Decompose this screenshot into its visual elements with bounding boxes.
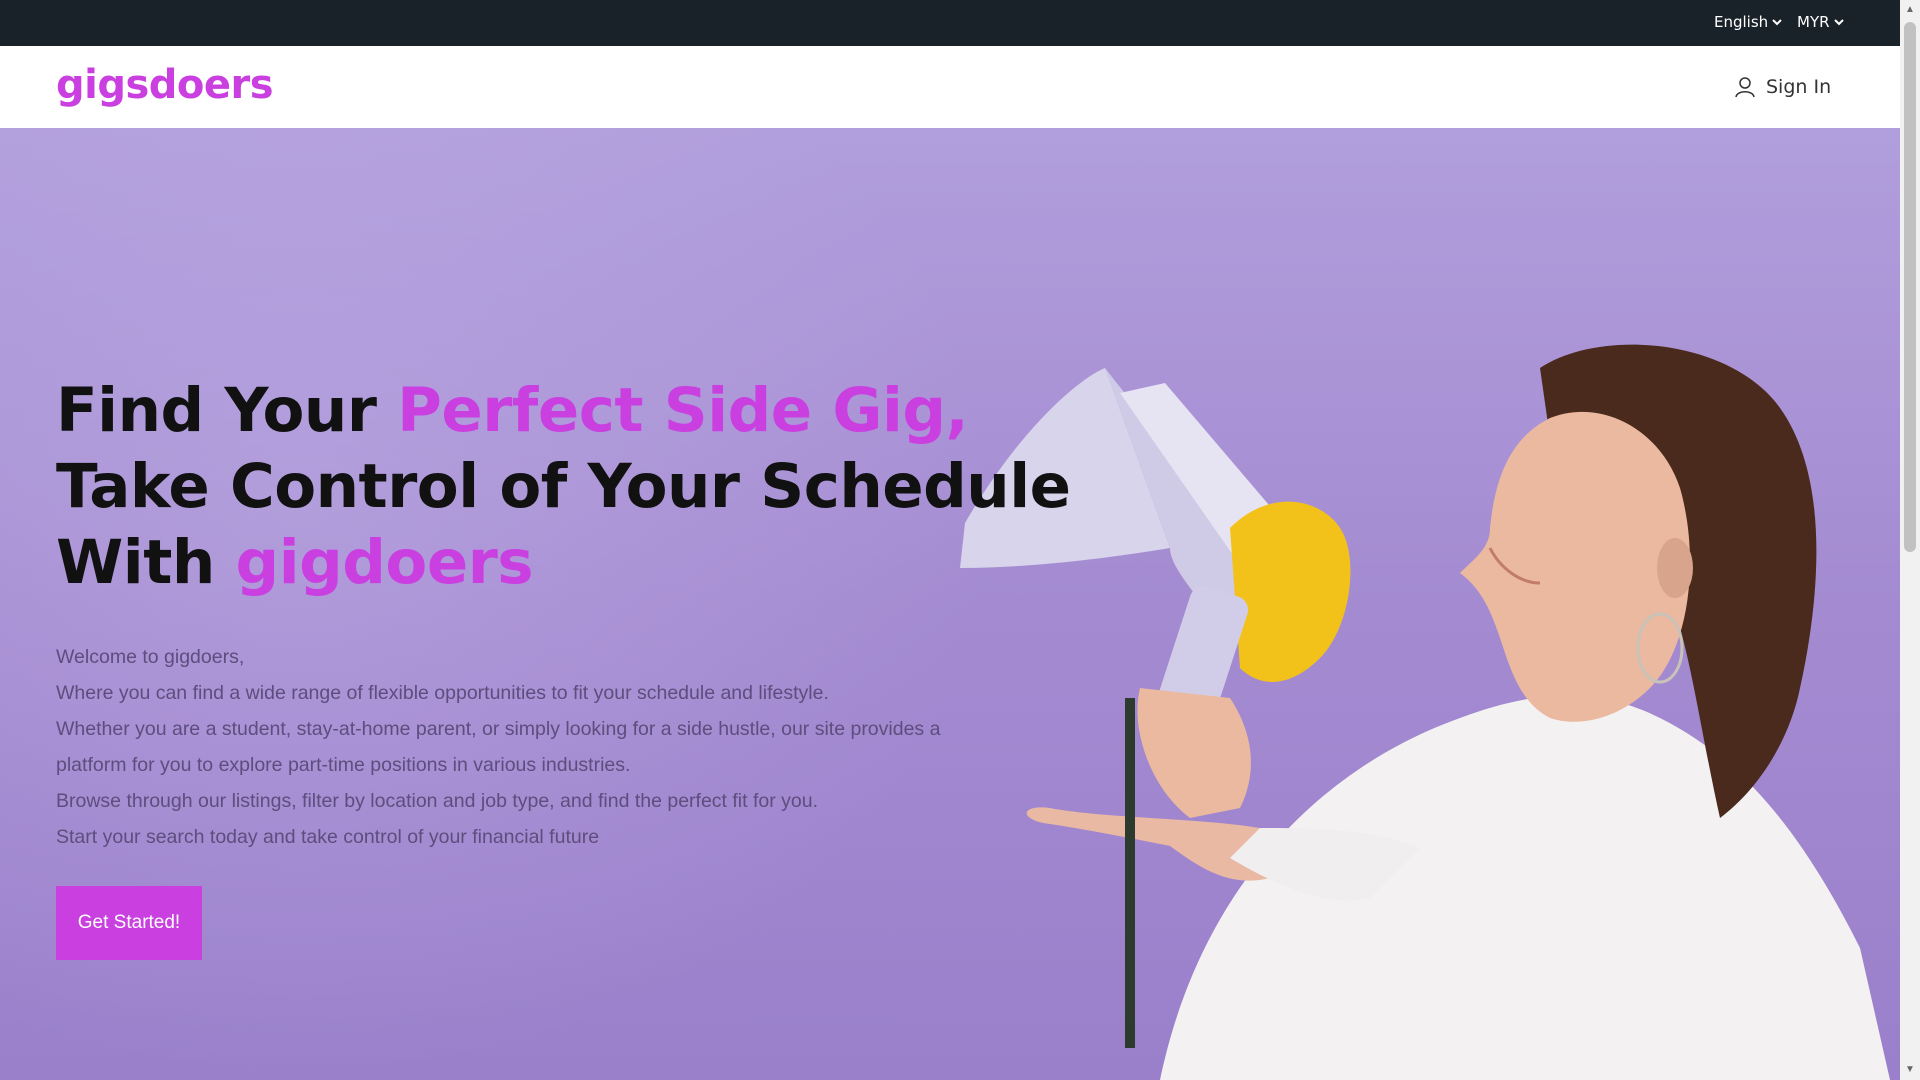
headline-line-3-accent: gigdoers (235, 527, 534, 598)
hero-headline: Find Your Perfect Side Gig, Take Control… (56, 373, 1071, 601)
hero-description: Welcome to gigdoers, Where you can find … (56, 639, 956, 855)
get-started-button[interactable]: Get Started! (56, 886, 202, 960)
description-line: Start your search today and take control… (56, 826, 600, 848)
description-line: Whether you are a student, stay-at-home … (56, 718, 941, 776)
description-line: Browse through our listings, filter by l… (56, 790, 819, 812)
chevron-down-icon (1833, 19, 1844, 26)
scrollbar-thumb[interactable] (1904, 22, 1916, 552)
hero-photo-woman-megaphone (960, 344, 1890, 1080)
top-bar: English MYR (0, 0, 1900, 46)
headline-line-2: Take Control of Your Schedule (56, 451, 1071, 522)
headline-line-3-prefix: With (56, 527, 236, 598)
headline-line-1-accent: Perfect Side Gig, (397, 375, 969, 446)
description-line: Welcome to gigdoers, (56, 646, 245, 668)
chevron-down-icon (1772, 19, 1782, 26)
currency-selector[interactable]: MYR (1797, 13, 1844, 31)
scroll-up-arrow-icon[interactable]: ▲ (1904, 4, 1916, 16)
main-navbar: gigsdoers Sign In (0, 46, 1900, 128)
language-selector[interactable]: English (1714, 13, 1782, 31)
scroll-down-arrow-icon[interactable]: ▼ (1904, 1064, 1916, 1076)
headline-line-1: Find Your Perfect Side Gig, (56, 373, 1071, 449)
sign-in-link[interactable]: Sign In (1734, 76, 1831, 98)
site-logo[interactable]: gigsdoers (56, 62, 274, 108)
user-icon (1735, 77, 1755, 98)
hero-section: Find Your Perfect Side Gig, Take Control… (0, 128, 1900, 1080)
headline-line-3: With gigdoers (56, 525, 1071, 601)
page-scrollbar[interactable]: ▲ ▼ (1900, 0, 1920, 1080)
language-label: English (1714, 13, 1769, 31)
currency-label: MYR (1797, 13, 1830, 31)
description-line: Where you can find a wide range of flexi… (56, 682, 829, 704)
headline-line-1-prefix: Find Your (56, 375, 398, 446)
sign-in-label: Sign In (1766, 76, 1832, 98)
